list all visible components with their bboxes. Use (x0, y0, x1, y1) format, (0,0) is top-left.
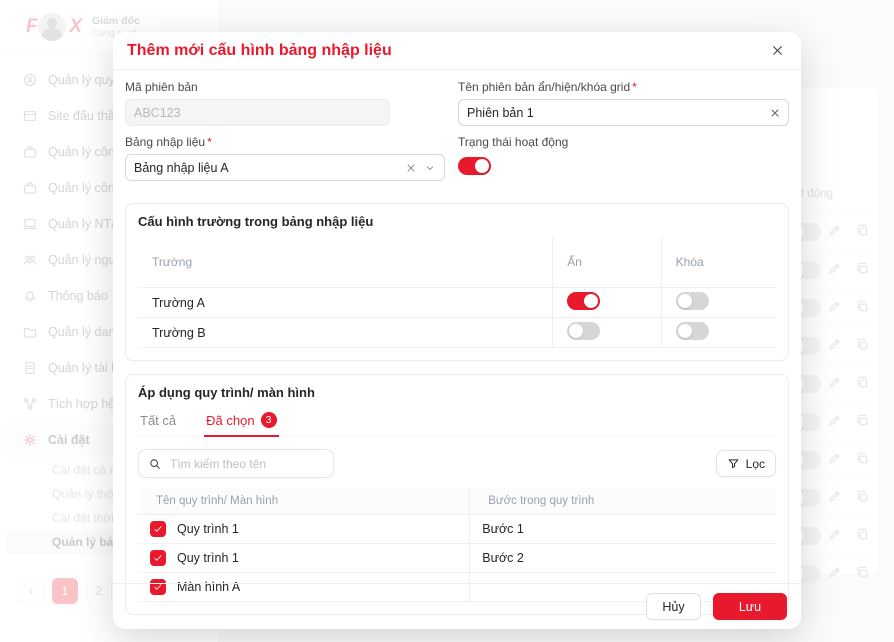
tabs: Tất cả Đã chọn 3 (138, 409, 776, 437)
screen: F X Giám đốc Công ty cổ Quản lý quy trìn… (0, 0, 894, 642)
close-icon[interactable] (768, 41, 787, 60)
column-header-process-name: Tên quy trình/ Màn hình (138, 488, 470, 515)
chevron-down-icon[interactable] (424, 162, 436, 174)
column-header-locked: Khóa (661, 237, 776, 288)
apply-title: Áp dụng quy trình/ màn hình (138, 385, 776, 400)
save-button[interactable]: Lưu (713, 593, 787, 620)
active-status-toggle[interactable] (458, 157, 491, 175)
search-input[interactable] (168, 456, 324, 472)
field-version-code: Mã phiên bản (125, 80, 458, 126)
version-name-input[interactable] (458, 99, 789, 126)
tab-all[interactable]: Tất cả (138, 409, 178, 437)
version-code-label: Mã phiên bản (125, 80, 198, 94)
process-name: Quy trình 1 (177, 551, 239, 565)
apply-panel: Áp dụng quy trình/ màn hình Tất cả Đã ch… (125, 374, 789, 615)
modal-add-grid-config: Thêm mới cấu hình bảng nhập liệu Mã phiê… (113, 32, 801, 629)
field-config-title: Cấu hình trường trong bảng nhập liệu (138, 214, 776, 229)
hide-toggle[interactable] (567, 322, 600, 340)
filter-button[interactable]: Lọc (716, 450, 776, 477)
column-header-hidden: Ẩn (553, 237, 661, 288)
version-code-input (125, 99, 390, 126)
form-grid: Mã phiên bản Tên phiên bản ẩn/hiện/khóa … (125, 80, 789, 190)
data-table-label: Bảng nhập liệu (125, 135, 205, 149)
field-version-name: Tên phiên bản ẩn/hiện/khóa grid* (458, 80, 789, 126)
apply-table-row: Quy trình 1 Bước 2 (138, 544, 776, 573)
modal-body: Mã phiên bản Tên phiên bản ẩn/hiện/khóa … (113, 70, 801, 615)
row-checkbox[interactable] (150, 521, 166, 537)
row-checkbox[interactable] (150, 550, 166, 566)
data-table-select[interactable]: Bảng nhập liệu A (125, 154, 445, 181)
cancel-button[interactable]: Hủy (646, 593, 701, 620)
lock-toggle[interactable] (676, 292, 709, 310)
modal-footer: Hủy Lưu (113, 583, 801, 629)
process-name: Quy trình 1 (177, 522, 239, 536)
field-name: Trường B (138, 318, 553, 348)
search-box (138, 449, 334, 478)
version-name-label: Tên phiên bản ẩn/hiện/khóa grid (458, 80, 630, 94)
data-table-select-value: Bảng nhập liệu A (134, 161, 398, 175)
hide-toggle[interactable] (567, 292, 600, 310)
clear-input-icon[interactable] (769, 107, 781, 119)
filter-icon (727, 457, 740, 470)
field-config-panel: Cấu hình trường trong bảng nhập liệu Trư… (125, 203, 789, 361)
active-status-label: Trạng thái hoạt động (458, 135, 568, 149)
modal-header: Thêm mới cấu hình bảng nhập liệu (113, 32, 801, 70)
required-asterisk: * (207, 135, 212, 149)
lock-toggle[interactable] (676, 322, 709, 340)
column-header-process-step: Bước trong quy trình (470, 488, 776, 515)
field-config-table: Trường Ẩn Khóa Trường ATrường B (138, 237, 776, 348)
field-name: Trường A (138, 288, 553, 318)
modal-title: Thêm mới cấu hình bảng nhập liệu (127, 42, 392, 60)
required-asterisk: * (632, 80, 637, 94)
column-header-field: Trường (138, 237, 553, 288)
tab-selected[interactable]: Đã chọn 3 (204, 409, 278, 437)
field-config-row: Trường A (138, 288, 776, 318)
apply-table-row: Quy trình 1 Bước 1 (138, 515, 776, 544)
search-row: Lọc (138, 449, 776, 478)
field-data-table: Bảng nhập liệu* Bảng nhập liệu A (125, 135, 458, 181)
selected-count-badge: 3 (261, 412, 277, 428)
field-active-status: Trạng thái hoạt động (458, 135, 789, 181)
clear-select-icon[interactable] (405, 162, 417, 174)
process-step: Bước 2 (470, 544, 776, 573)
search-icon (148, 457, 162, 471)
process-step: Bước 1 (470, 515, 776, 544)
filter-button-label: Lọc (746, 457, 765, 471)
field-config-row: Trường B (138, 318, 776, 348)
